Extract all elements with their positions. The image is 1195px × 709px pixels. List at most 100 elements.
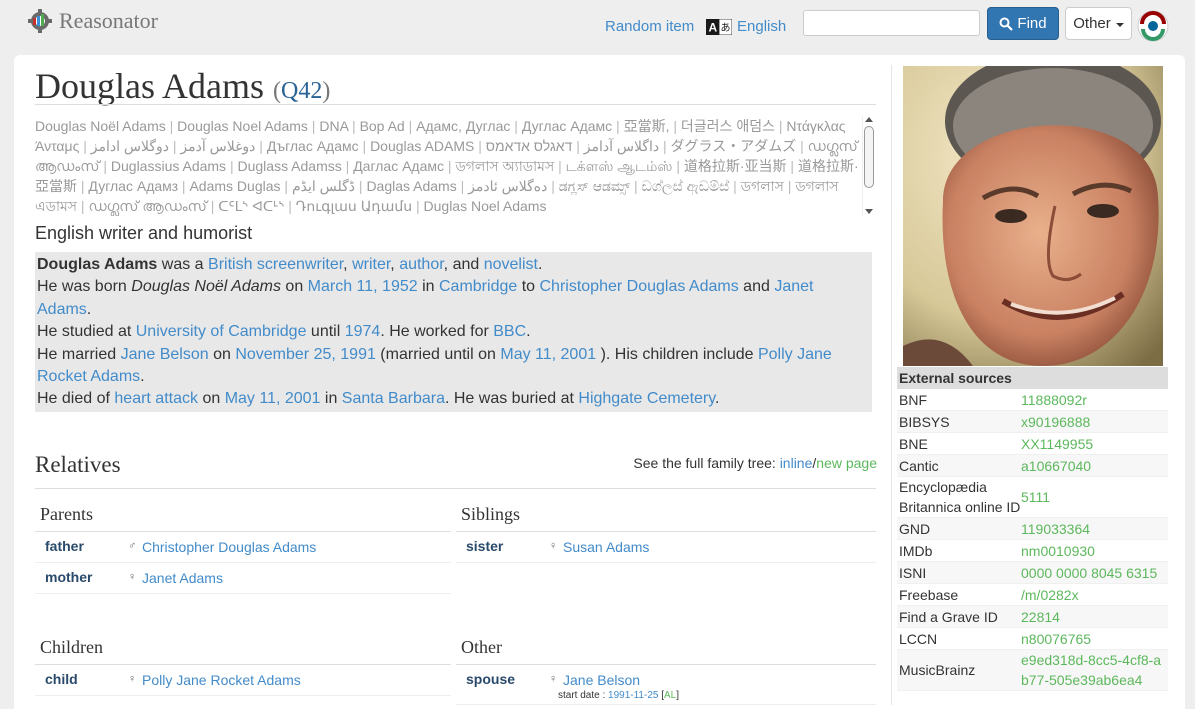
death-place-link[interactable]: Santa Barbara [342, 390, 445, 407]
alias-separator: | [547, 178, 559, 194]
burial-place-link[interactable]: Highgate Cemetery [578, 390, 715, 407]
qualifier-al-link[interactable]: AL [664, 690, 676, 701]
employer-link[interactable]: BBC [493, 323, 526, 340]
external-source-id-link[interactable]: e9ed318d-8cc5-4cf8-ab77-505e39ab6ea4 [1021, 650, 1168, 690]
occupation-link[interactable]: author [399, 256, 443, 273]
external-source-id-link[interactable]: XX1149955 [1021, 434, 1168, 454]
alias-item: دوغلاس آدمز [180, 138, 256, 154]
alias-item: 亞當斯, [623, 118, 670, 134]
relative-row: father ♂ Christopher Douglas Adams [35, 532, 451, 563]
search-input[interactable] [803, 10, 980, 36]
external-source-row: LCCN n80076765 [897, 628, 1168, 650]
alias-item: DNA [319, 118, 349, 134]
children-group: Children child ♀ Polly Jane Rocket Adams [35, 630, 451, 696]
relative-link[interactable]: Polly Jane Rocket Adams [142, 672, 301, 688]
external-source-name: BNF [899, 391, 927, 408]
external-source-id-link[interactable]: 0000 0000 8045 6315 [1021, 563, 1168, 583]
scroll-up-icon[interactable] [865, 117, 873, 122]
birth-date-link[interactable]: March 11, 1952 [308, 278, 418, 295]
marriage-end-link[interactable]: May 11, 2001 [500, 346, 596, 363]
relative-link[interactable]: Susan Adams [563, 539, 649, 555]
alias-separator: | [572, 138, 584, 154]
external-source-id-link[interactable]: 119033364 [1021, 519, 1168, 539]
external-source-name: MusicBrainz [899, 662, 976, 678]
external-source-id-link[interactable]: 11888092r [1021, 390, 1168, 410]
family-tree-text: See the full family tree: [633, 455, 780, 471]
qid-link[interactable]: Q42 [281, 78, 322, 104]
birth-place-link[interactable]: Cambridge [439, 278, 517, 295]
alias-separator: | [630, 178, 642, 194]
summary-sentence-5: He died of heart attack on May 11, 2001 … [37, 388, 870, 410]
birth-name: Douglas Noël Adams [131, 278, 281, 296]
external-source-name: Find a Grave ID [899, 608, 998, 625]
summary-text: and [738, 278, 775, 296]
external-source-row: ISNI 0000 0000 8045 6315 [897, 562, 1168, 584]
external-source-id-link[interactable]: x90196888 [1021, 412, 1168, 432]
language-selector[interactable]: A あ English [706, 18, 786, 35]
death-date-link[interactable]: May 11, 2001 [225, 390, 321, 407]
alias-separator: | [774, 118, 787, 134]
relative-link[interactable]: Janet Adams [142, 570, 223, 586]
father-link[interactable]: Christopher Douglas Adams [540, 278, 739, 295]
occupation-link[interactable]: British screenwriter [208, 256, 343, 273]
alias-separator: | [77, 178, 89, 194]
gear-logo-icon [28, 9, 52, 33]
marriage-date-link[interactable]: November 25, 1991 [235, 346, 376, 363]
external-source-row: Find a Grave ID 22814 [897, 606, 1168, 628]
qualifier-date-link[interactable]: 1991-11-25 [608, 690, 658, 701]
external-sources-table: External sources BNF 11888092r BIBSYS x9019… [897, 367, 1168, 691]
alias-item: Douglas ADAMS [370, 138, 475, 154]
external-source-id-link[interactable]: /m/0282x [1021, 585, 1168, 605]
relative-role: father [45, 538, 84, 554]
brand[interactable]: Reasonator [28, 8, 158, 34]
alias-item: Adams Duglas [189, 178, 281, 194]
find-button[interactable]: Find [987, 7, 1059, 40]
qualifier-label: start date : [558, 690, 609, 701]
external-source-id-link[interactable]: 22814 [1021, 607, 1168, 627]
wikimedia-logo-icon[interactable] [1137, 10, 1169, 42]
alias-separator: | [79, 138, 91, 154]
alias-item: دەگلاس ئادمز [468, 178, 548, 194]
external-source-id-link[interactable]: a10667040 [1021, 456, 1168, 476]
summary-text: . [537, 256, 543, 273]
relative-link[interactable]: Christopher Douglas Adams [142, 539, 316, 555]
random-item-link[interactable]: Random item [605, 18, 694, 35]
summary-text: to [517, 278, 540, 296]
occupation-link[interactable]: writer [352, 256, 390, 273]
relative-link[interactable]: Jane Belson [563, 672, 640, 688]
summary-text: He married [37, 345, 121, 363]
external-source-id-link[interactable]: nm0010930 [1021, 541, 1168, 561]
scroll-down-icon[interactable] [865, 209, 873, 214]
family-tree-inline-link[interactable]: inline [780, 455, 813, 471]
aliases-scrollbar[interactable] [862, 116, 875, 216]
year-link[interactable]: 1974 [345, 323, 381, 340]
alias-separator: | [358, 138, 371, 154]
portrait-image[interactable] [903, 66, 1163, 366]
alias-separator: | [456, 178, 469, 194]
family-tree-new-page-link[interactable]: new page [816, 455, 877, 471]
external-source-row: MusicBrainz e9ed318d-8cc5-4cf8-ab77-505e3… [897, 650, 1168, 691]
external-source-name: Freebase [899, 586, 959, 603]
external-source-row: BNF 11888092r [897, 389, 1168, 411]
alias-item: دوگلاس ادامز [90, 138, 169, 154]
qualifier-bracket: ] [676, 690, 680, 701]
alias-separator: | [226, 158, 238, 174]
cause-of-death-link[interactable]: heart attack [114, 390, 198, 407]
female-icon: ♀ [128, 673, 137, 685]
external-source-id-link[interactable]: 5111 [1021, 487, 1168, 507]
svg-text:あ: あ [721, 22, 731, 34]
relatives-divider [35, 488, 876, 489]
spouse-link[interactable]: Jane Belson [121, 346, 209, 363]
find-label: Find [1017, 15, 1047, 32]
occupation-link[interactable]: novelist [484, 256, 538, 273]
school-link[interactable]: University of Cambridge [136, 323, 307, 340]
alias-item: 道格拉斯·亚当斯 [683, 158, 787, 174]
alias-item: ಡಗ್ಲಸ್ ಆಡಮ್ಸ್ [558, 178, 631, 194]
external-source-id-link[interactable]: n80076765 [1021, 629, 1168, 649]
alias-separator: | [444, 158, 456, 174]
relative-row: spouse ♀ Jane Belson start date : 1991-1… [456, 665, 876, 705]
summary-subject: Douglas Adams [37, 256, 158, 273]
summary-text: until [306, 323, 345, 341]
scrollbar-thumb[interactable] [864, 126, 874, 188]
other-dropdown-button[interactable]: Other [1065, 7, 1132, 40]
